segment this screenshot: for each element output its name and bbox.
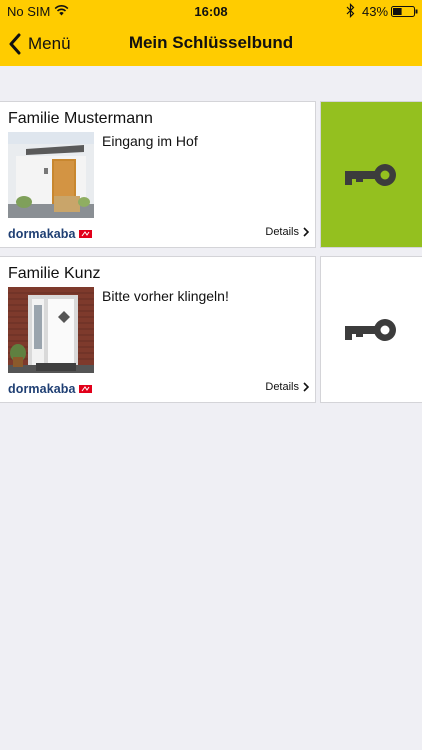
- open-key-button[interactable]: [320, 256, 422, 403]
- battery-icon: [391, 6, 418, 17]
- key-icon: [344, 318, 396, 341]
- bluetooth-icon: [346, 3, 355, 18]
- open-key-button[interactable]: [320, 101, 422, 248]
- page-title: Mein Schlüsselbund: [128, 33, 294, 52]
- clock: 16:08: [194, 4, 228, 19]
- chevron-right-icon: [303, 227, 309, 237]
- dormakaba-logo: dormakaba: [8, 227, 92, 241]
- key-note: Eingang im Hof: [102, 133, 198, 149]
- key-note: Bitte vorher klingeln!: [102, 288, 229, 304]
- brand-mark-icon: [78, 385, 92, 393]
- navigation-bar: No SIM 16:08 43% Menü Mein Schlüsselbund: [0, 0, 422, 66]
- chevron-right-icon: [303, 382, 309, 392]
- dormakaba-logo: dormakaba: [8, 382, 92, 396]
- door-photo: [8, 287, 94, 373]
- details-link[interactable]: Details: [265, 226, 309, 238]
- key-owner-name: Familie Mustermann: [8, 110, 153, 127]
- details-link[interactable]: Details: [265, 381, 309, 393]
- door-photo: [8, 132, 94, 218]
- key-card[interactable]: Familie Kunz Bitte vorher klingeln! dorm…: [0, 256, 316, 403]
- battery-percentage: 43%: [362, 4, 389, 19]
- details-label: Details: [265, 381, 299, 393]
- key-icon: [344, 163, 396, 186]
- key-card[interactable]: Familie Mustermann Eingang im Hof dormak…: [0, 101, 316, 248]
- status-bar: No SIM 16:08 43%: [0, 0, 422, 22]
- brand-mark-icon: [78, 230, 92, 238]
- key-owner-name: Familie Kunz: [8, 265, 101, 282]
- details-label: Details: [265, 226, 299, 238]
